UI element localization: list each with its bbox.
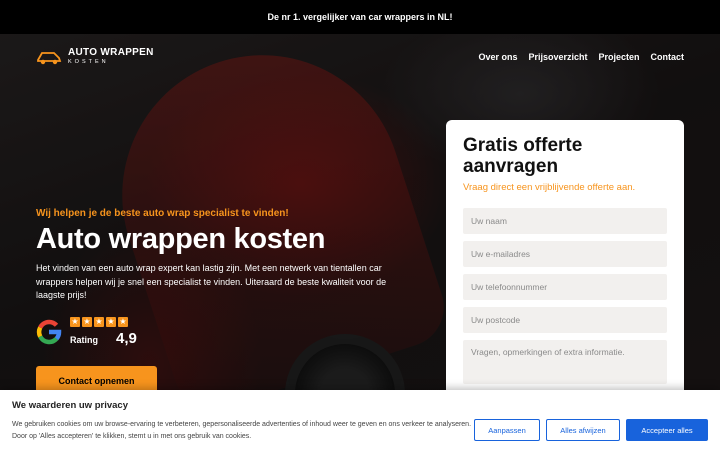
reject-cookies-button[interactable]: Alles afwijzen	[546, 419, 620, 441]
logo-title: AUTO WRAPPEN	[68, 47, 154, 59]
logo-subtitle: KOSTEN	[68, 59, 109, 66]
rating-score: 4,9	[116, 329, 137, 347]
hero-content: Wij helpen je de beste auto wrap special…	[36, 208, 416, 347]
star-icon: ★	[118, 316, 128, 327]
star-icon: ★	[94, 316, 104, 327]
rating-label: Rating	[70, 334, 98, 345]
cookie-banner: We waarderen uw privacy We gebruiken coo…	[0, 390, 720, 450]
nav-item-projecten[interactable]: Projecten	[598, 52, 639, 62]
postcode-field[interactable]	[463, 307, 667, 333]
form-title: Gratis offerte aanvragen	[463, 135, 583, 177]
phone-field[interactable]	[463, 274, 667, 300]
name-field[interactable]	[463, 208, 667, 234]
announcement-text: De nr 1. vergelijker van car wrappers in…	[267, 12, 453, 22]
star-icon: ★	[82, 316, 92, 327]
message-field[interactable]	[463, 340, 667, 384]
nav-menu: Over ons Prijsoverzicht Projecten Contac…	[478, 52, 684, 62]
cookie-actions: Aanpassen Alles afwijzen Accepteer alles	[474, 419, 708, 441]
hero-intro: Het vinden van een auto wrap expert kan …	[36, 263, 387, 300]
announcement-bar: De nr 1. vergelijker van car wrappers in…	[0, 0, 720, 34]
star-icon: ★	[106, 316, 116, 327]
google-rating: ★ ★ ★ ★ ★ Rating 4,9	[36, 316, 416, 347]
email-field[interactable]	[463, 241, 667, 267]
quote-form: Gratis offerte aanvragen Vraag direct ee…	[446, 120, 684, 410]
google-icon	[36, 319, 62, 344]
logo[interactable]: AUTO WRAPPEN KOSTEN	[36, 48, 154, 66]
page-title: Auto wrappen kosten	[36, 223, 326, 255]
hero-tagline: Wij helpen je de beste auto wrap special…	[36, 208, 289, 219]
rating-stars: ★ ★ ★ ★ ★	[70, 316, 137, 327]
star-icon: ★	[70, 316, 80, 327]
accept-cookies-button[interactable]: Accepteer alles	[626, 419, 708, 441]
main-nav: AUTO WRAPPEN KOSTEN Over ons Prijsoverzi…	[0, 34, 720, 80]
cookie-title: We waarderen uw privacy	[12, 400, 128, 411]
nav-item-prijsoverzicht[interactable]: Prijsoverzicht	[528, 52, 587, 62]
cookie-text: We gebruiken cookies om uw browse-ervari…	[12, 421, 472, 440]
car-icon	[37, 52, 62, 65]
nav-item-over-ons[interactable]: Over ons	[478, 52, 517, 62]
form-subtitle: Vraag direct een vrijblijvende offerte a…	[463, 182, 636, 193]
nav-item-contact[interactable]: Contact	[651, 52, 685, 62]
customize-cookies-button[interactable]: Aanpassen	[474, 419, 540, 441]
